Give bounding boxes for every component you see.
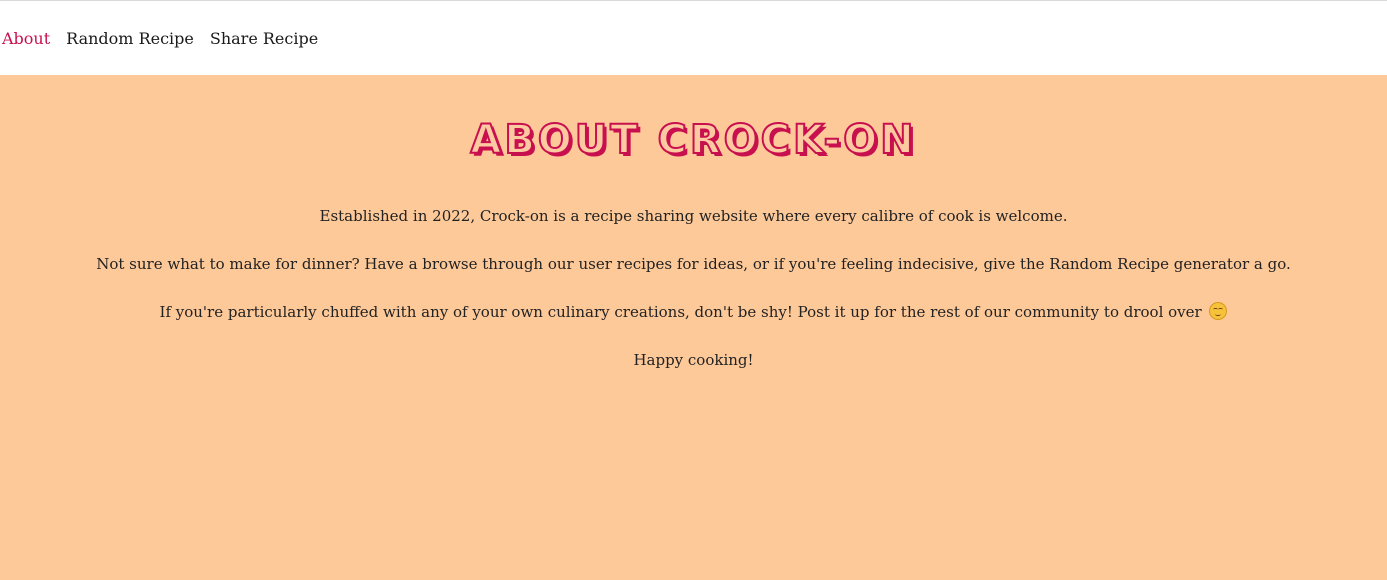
nav-link-share-recipe[interactable]: Share Recipe <box>210 29 318 48</box>
about-paragraph-share: If you're particularly chuffed with any … <box>0 301 1387 323</box>
about-paragraph-closing: Happy cooking! <box>633 351 754 369</box>
nav-link-random-recipe[interactable]: Random Recipe <box>66 29 194 48</box>
navbar: About Random Recipe Share Recipe <box>0 1 1387 75</box>
nav-link-about[interactable]: About <box>2 29 50 48</box>
relieved-face-icon <box>1209 302 1228 320</box>
about-paragraph-established: Established in 2022, Crock-on is a recip… <box>319 207 1068 225</box>
page-title: About Crock-on <box>469 116 917 164</box>
about-section: About Crock-on Established in 2022, Croc… <box>0 75 1387 580</box>
about-paragraph-share-text: If you're particularly chuffed with any … <box>159 303 1202 321</box>
about-paragraph-dinner: Not sure what to make for dinner? Have a… <box>96 255 1291 273</box>
